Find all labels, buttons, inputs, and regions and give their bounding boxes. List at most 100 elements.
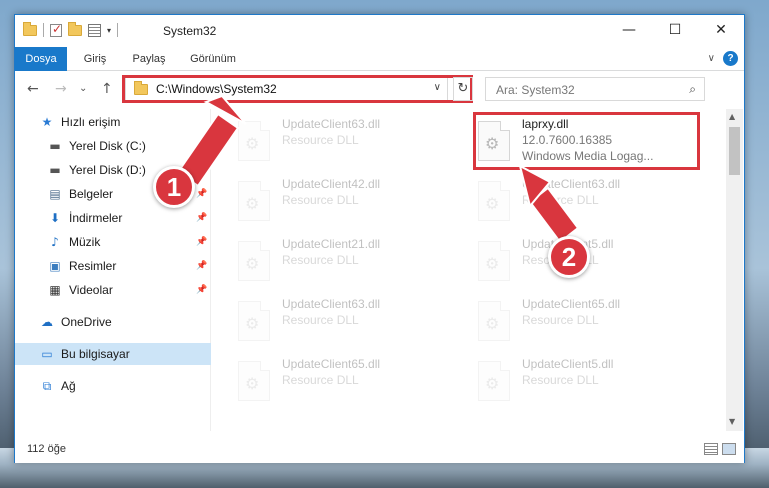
pin-icon[interactable]: 📌 bbox=[196, 213, 207, 223]
scroll-up-icon[interactable]: ▲ bbox=[729, 112, 735, 121]
search-box[interactable]: Ara: System32 ⌕ bbox=[485, 77, 705, 101]
file-name: UpdateClient65.dll bbox=[282, 357, 381, 371]
dll-file-icon: ⚙ bbox=[478, 241, 510, 281]
pin-icon[interactable]: 📌 bbox=[196, 141, 207, 151]
file-tile[interactable]: ⚙ UpdateClient63.dll Resource DLL bbox=[466, 175, 686, 231]
properties-check-icon[interactable] bbox=[50, 22, 62, 37]
sidebar-item-label: Bu bilgisayar bbox=[61, 347, 130, 361]
sidebar-item-downloads[interactable]: ⬇ İndirmeler 📌 bbox=[15, 207, 211, 229]
toolbar-separator bbox=[117, 23, 119, 37]
scroll-down-icon[interactable]: ▼ bbox=[729, 417, 735, 426]
file-description: Resource DLL bbox=[522, 373, 599, 387]
customize-toolbar-dropdown[interactable]: ▾ bbox=[107, 26, 111, 35]
dll-file-icon: ⚙ bbox=[238, 361, 270, 401]
minimize-button[interactable]: — bbox=[606, 15, 652, 45]
status-bar: 112 öğe bbox=[15, 437, 744, 463]
close-button[interactable]: ✕ bbox=[698, 15, 744, 45]
sidebar-item-videos[interactable]: ▦ Videolar 📌 bbox=[15, 279, 211, 301]
file-description: Resource DLL bbox=[282, 193, 359, 207]
sidebar-item-label: Belgeler bbox=[69, 187, 114, 201]
computer-icon: ▭ bbox=[41, 347, 53, 361]
address-highlight-box bbox=[122, 75, 473, 103]
window-title: System32 bbox=[163, 24, 217, 38]
details-view-icon[interactable] bbox=[704, 443, 718, 455]
pin-icon[interactable]: 📌 bbox=[196, 165, 207, 175]
file-description: Resource DLL bbox=[282, 373, 359, 387]
vertical-scrollbar[interactable]: ▲ ▼ bbox=[726, 109, 743, 431]
step-badge-2: 2 bbox=[548, 236, 590, 278]
sidebar-item-label: Resimler bbox=[69, 259, 117, 273]
file-tile[interactable]: ⚙ UpdateClient42.dll Resource DLL bbox=[226, 175, 446, 231]
star-icon: ★ bbox=[41, 115, 53, 129]
file-tile[interactable]: ⚙ UpdateClient63.dll Resource DLL bbox=[226, 115, 446, 171]
gear-icon: ⚙ bbox=[485, 194, 500, 213]
view-toggle bbox=[704, 443, 736, 455]
tab-view[interactable]: Görünüm bbox=[181, 47, 245, 71]
sidebar-item-this-pc[interactable]: ▭ Bu bilgisayar bbox=[15, 343, 211, 365]
dll-file-icon: ⚙ bbox=[478, 181, 510, 221]
gear-icon: ⚙ bbox=[485, 254, 500, 273]
drive-icon: ▬ bbox=[49, 163, 61, 177]
tab-home[interactable]: Giriş bbox=[73, 47, 117, 71]
file-tile[interactable]: ⚙ UpdateClient65.dll Resource DLL bbox=[226, 355, 446, 411]
new-folder-icon[interactable] bbox=[68, 21, 82, 36]
pin-icon[interactable]: 📌 bbox=[196, 285, 207, 295]
file-name: UpdateClient63.dll bbox=[522, 177, 621, 191]
back-button[interactable]: ← bbox=[27, 81, 39, 97]
maximize-button[interactable]: ☐ bbox=[652, 15, 698, 45]
file-tile[interactable]: ⚙ UpdateClient21.dll Resource DLL bbox=[226, 235, 446, 291]
file-name: UpdateClient65.dll bbox=[522, 297, 621, 311]
file-description: Resource DLL bbox=[282, 253, 359, 267]
sidebar-item-label: Yerel Disk (D:) bbox=[69, 163, 146, 177]
gear-icon: ⚙ bbox=[485, 374, 500, 393]
gear-icon: ⚙ bbox=[245, 254, 260, 273]
file-description: Resource DLL bbox=[282, 133, 359, 147]
help-icon[interactable]: ? bbox=[723, 51, 738, 66]
navigation-pane: ★ Hızlı erişim ▬ Yerel Disk (C:) 📌 ▬ Yer… bbox=[15, 109, 211, 431]
file-tile[interactable]: ⚙ UpdateClient5.dll Resource DLL bbox=[466, 355, 686, 411]
sidebar-item-label: Müzik bbox=[69, 235, 101, 249]
sidebar-item-quick-access[interactable]: ★ Hızlı erişim bbox=[15, 111, 211, 133]
dll-file-icon: ⚙ bbox=[238, 121, 270, 161]
sidebar-item-label: Ağ bbox=[61, 379, 76, 393]
file-tile[interactable]: ⚙ UpdateClient63.dll Resource DLL bbox=[226, 295, 446, 351]
pin-icon[interactable]: 📌 bbox=[196, 237, 207, 247]
sidebar-item-pictures[interactable]: ▣ Resimler 📌 bbox=[15, 255, 211, 277]
documents-icon: ▤ bbox=[49, 187, 61, 201]
file-name: UpdateClient63.dll bbox=[282, 117, 381, 131]
sidebar-item-network[interactable]: ⧉ Ağ bbox=[15, 375, 211, 397]
sidebar-item-onedrive[interactable]: ☁ OneDrive bbox=[15, 311, 211, 333]
tiles-view-icon[interactable] bbox=[722, 443, 736, 455]
tab-share[interactable]: Paylaş bbox=[123, 47, 175, 71]
file-highlight-box bbox=[473, 112, 700, 170]
pin-icon[interactable]: 📌 bbox=[196, 189, 207, 199]
item-count: 112 öğe bbox=[27, 443, 66, 455]
pin-icon[interactable]: 📌 bbox=[196, 261, 207, 271]
dll-file-icon: ⚙ bbox=[238, 241, 270, 281]
file-tile[interactable]: ⚙ UpdateClient65.dll Resource DLL bbox=[466, 295, 686, 351]
sidebar-item-local-disk-c[interactable]: ▬ Yerel Disk (C:) 📌 bbox=[15, 135, 211, 157]
explorer-window: ▾ System32 — ☐ ✕ Dosya Giriş Paylaş Görü… bbox=[14, 14, 745, 463]
folder-icon[interactable] bbox=[23, 21, 37, 36]
pictures-icon: ▣ bbox=[49, 259, 61, 273]
ribbon-tabs: Dosya Giriş Paylaş Görünüm ∨ ? bbox=[15, 47, 744, 71]
cloud-icon: ☁ bbox=[41, 315, 53, 329]
sidebar-item-label: Yerel Disk (C:) bbox=[69, 139, 146, 153]
window-controls: — ☐ ✕ bbox=[606, 15, 744, 45]
scroll-thumb[interactable] bbox=[729, 127, 740, 175]
search-icon[interactable]: ⌕ bbox=[689, 82, 696, 97]
sidebar-item-music[interactable]: ♪ Müzik 📌 bbox=[15, 231, 211, 253]
up-button[interactable]: ↑ bbox=[101, 81, 113, 97]
step-badge-1: 1 bbox=[153, 166, 195, 208]
search-input[interactable]: Ara: System32 bbox=[496, 83, 575, 97]
recent-locations-button[interactable]: ⌄ bbox=[79, 83, 87, 94]
properties-icon[interactable] bbox=[88, 23, 101, 37]
gear-icon: ⚙ bbox=[245, 134, 260, 153]
network-icon: ⧉ bbox=[42, 378, 52, 393]
forward-button[interactable]: → bbox=[55, 81, 67, 97]
file-name: UpdateClient5.dll bbox=[522, 357, 614, 371]
expand-ribbon-chevron-icon[interactable]: ∨ bbox=[708, 53, 715, 64]
tab-file[interactable]: Dosya bbox=[15, 47, 67, 71]
refresh-button[interactable]: ↻ bbox=[453, 77, 473, 101]
sidebar-item-label: OneDrive bbox=[61, 315, 112, 329]
